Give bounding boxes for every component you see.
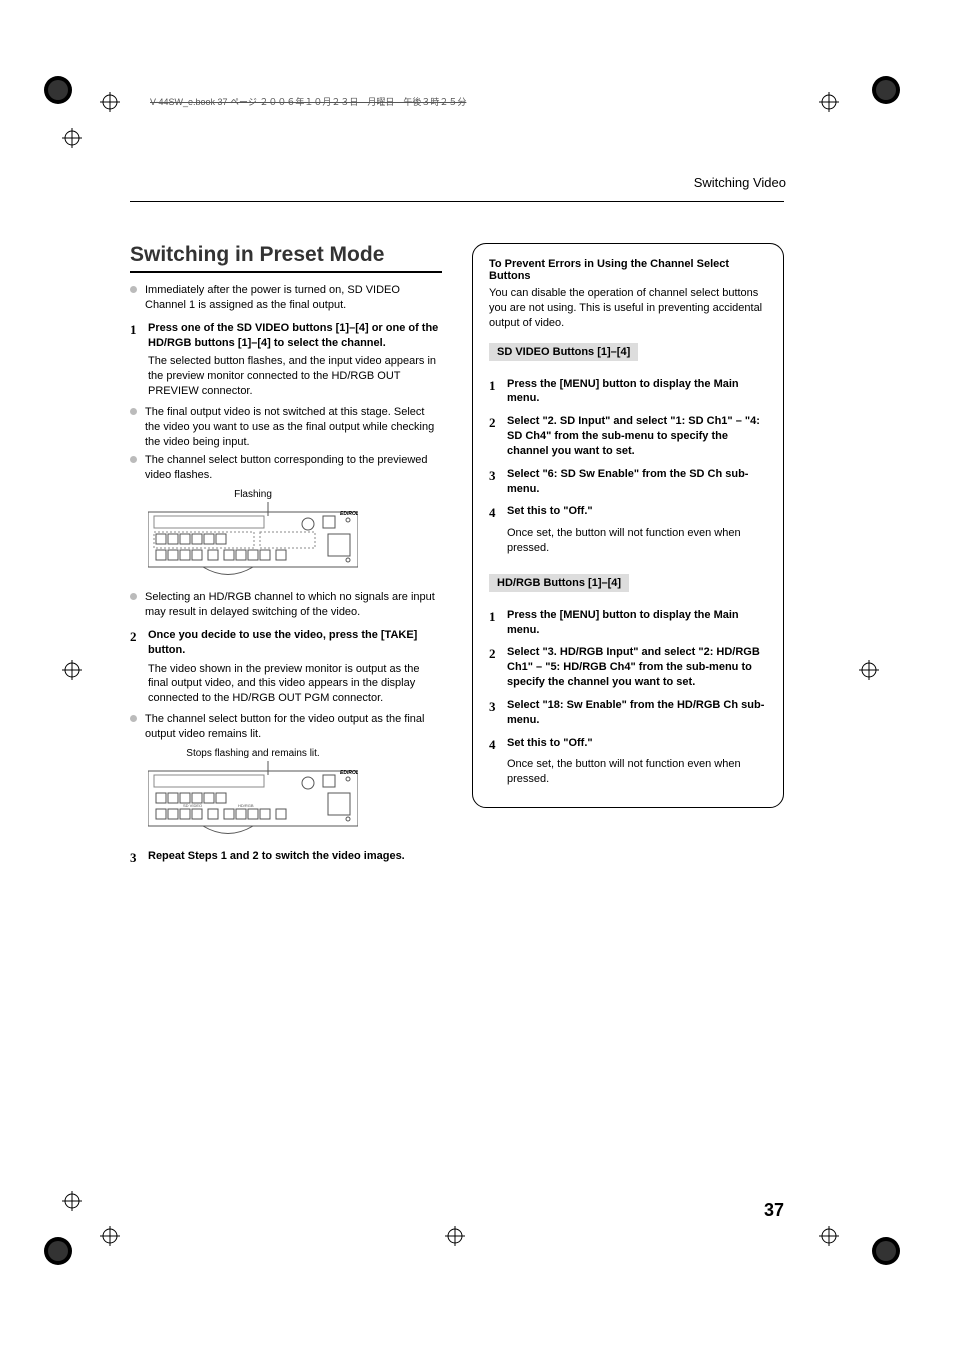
registration-mark-icon [62,1191,82,1211]
step-number: 2 [130,628,140,658]
bullet-icon [130,286,137,293]
intro-text: Immediately after the power is turned on… [145,283,442,313]
svg-text:EDIROL: EDIROL [340,770,358,776]
step-2-body: The video shown in the preview monitor i… [148,662,442,707]
left-column: Switching in Preset Mode Immediately aft… [130,243,442,870]
step-number: 3 [130,849,140,867]
section-heading: Switching in Preset Mode [130,243,442,273]
right-column: To Prevent Errors in Using the Channel S… [472,243,784,870]
note-text: The channel select button for the video … [145,712,442,742]
sd-step-4: 4 Set this to "Off." [489,504,767,522]
registration-mark-icon [100,92,120,112]
registration-mark-icon [100,1226,120,1246]
page-number: 37 [764,1200,784,1221]
corner-mark-icon [38,70,78,110]
step-number: 3 [489,467,499,497]
book-header: V-44SW_e.book 37 ページ ２００６年１０月２３日 月曜日 午後３… [150,95,466,108]
hd-buttons-heading: HD/RGB Buttons [1]–[4] [489,574,629,592]
sd-buttons-heading: SD VIDEO Buttons [1]–[4] [489,343,638,361]
registration-mark-icon [445,1226,465,1246]
note-text: Selecting an HD/RGB channel to which no … [145,590,442,620]
hd-step-4-body: Once set, the button will not function e… [507,757,767,787]
box-intro: You can disable the operation of channel… [489,286,767,331]
step-1: 1 Press one of the SD VIDEO buttons [1]–… [130,321,442,351]
hd-step-4: 4 Set this to "Off." [489,736,767,754]
sd-step-1-text: Press the [MENU] button to display the M… [507,377,767,407]
page: V-44SW_e.book 37 ページ ２００６年１０月２３日 月曜日 午後３… [0,0,954,1351]
registration-mark-icon [62,128,82,148]
note-text: The channel select button corresponding … [145,453,442,483]
device-illustration-icon: SD VIDEO HD/RGB EDIROL [148,761,358,841]
registration-mark-icon [62,660,82,680]
figure-1: Flashing [148,489,442,582]
figure-1-caption: Flashing [148,489,358,500]
registration-mark-icon [819,1226,839,1246]
sd-step-1: 1 Press the [MENU] button to display the… [489,377,767,407]
step-1-note-3: Selecting an HD/RGB channel to which no … [130,590,442,620]
svg-text:EDIROL: EDIROL [340,511,358,517]
step-3-instruction: Repeat Steps 1 and 2 to switch the video… [148,849,405,867]
step-1-body: The selected button flashes, and the inp… [148,354,442,399]
hd-step-4-text: Set this to "Off." [507,736,593,754]
hd-step-3: 3 Select "18: Sw Enable" from the HD/RGB… [489,698,767,728]
step-number: 1 [489,377,499,407]
hd-step-2: 2 Select "3. HD/RGB Input" and select "2… [489,645,767,690]
hd-step-1: 1 Press the [MENU] button to display the… [489,608,767,638]
step-2-instruction: Once you decide to use the video, press … [148,628,442,658]
registration-mark-icon [819,92,839,112]
svg-text:SD VIDEO: SD VIDEO [183,803,202,808]
prevent-errors-box: To Prevent Errors in Using the Channel S… [472,243,784,808]
step-1-instruction: Press one of the SD VIDEO buttons [1]–[4… [148,321,442,351]
step-number: 4 [489,504,499,522]
bullet-icon [130,715,137,722]
hd-step-2-text: Select "3. HD/RGB Input" and select "2: … [507,645,767,690]
svg-text:HD/RGB: HD/RGB [238,803,254,808]
bullet-icon [130,593,137,600]
figure-2: Stops flashing and remains lit. [148,748,442,841]
step-number: 2 [489,414,499,459]
sd-step-4-body: Once set, the button will not function e… [507,526,767,556]
step-3: 3 Repeat Steps 1 and 2 to switch the vid… [130,849,442,867]
chapter-title: Switching Video [694,175,786,190]
sd-step-4-text: Set this to "Off." [507,504,593,522]
divider [130,201,784,202]
step-1-note-2: The channel select button corresponding … [130,453,442,483]
registration-mark-icon [859,660,879,680]
section-title-text: Switching in Preset Mode [130,243,384,266]
step-2: 2 Once you decide to use the video, pres… [130,628,442,658]
sd-step-3: 3 Select "6: SD Sw Enable" from the SD C… [489,467,767,497]
step-number: 1 [489,608,499,638]
step-number: 2 [489,645,499,690]
bullet-icon [130,456,137,463]
sd-step-2: 2 Select "2. SD Input" and select "1: SD… [489,414,767,459]
corner-mark-icon [866,70,906,110]
step-1-note-1: The final output video is not switched a… [130,405,442,450]
step-2-note-1: The channel select button for the video … [130,712,442,742]
content-columns: Switching in Preset Mode Immediately aft… [130,243,784,870]
intro-bullet: Immediately after the power is turned on… [130,283,442,313]
sd-step-3-text: Select "6: SD Sw Enable" from the SD Ch … [507,467,767,497]
step-number: 1 [130,321,140,351]
figure-2-caption: Stops flashing and remains lit. [148,748,358,759]
bullet-icon [130,408,137,415]
step-number: 3 [489,698,499,728]
hd-step-3-text: Select "18: Sw Enable" from the HD/RGB C… [507,698,767,728]
corner-mark-icon [38,1231,78,1271]
step-number: 4 [489,736,499,754]
book-header-text: V-44SW_e.book 37 ページ ２００６年１０月２３日 月曜日 午後３… [150,97,466,107]
device-illustration-icon: EDIROL [148,502,358,582]
box-heading: To Prevent Errors in Using the Channel S… [489,258,767,282]
hd-step-1-text: Press the [MENU] button to display the M… [507,608,767,638]
note-text: The final output video is not switched a… [145,405,442,450]
corner-mark-icon [866,1231,906,1271]
sd-step-2-text: Select "2. SD Input" and select "1: SD C… [507,414,767,459]
